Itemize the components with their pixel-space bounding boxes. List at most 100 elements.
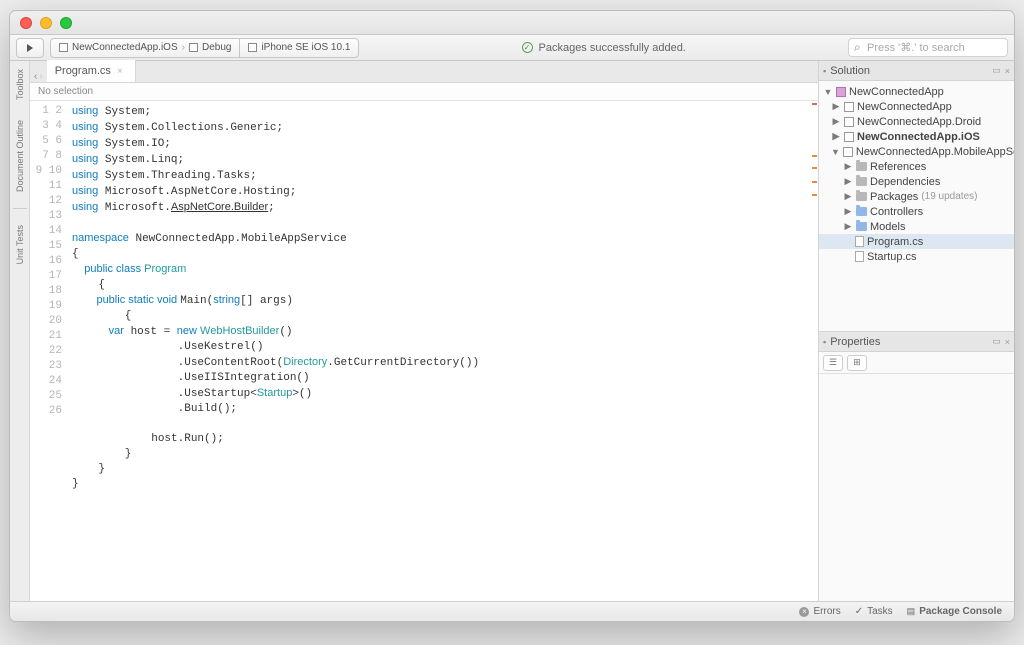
file-node[interactable]: Program.cs bbox=[819, 234, 1014, 249]
disclosure-triangle-icon[interactable]: ▶ bbox=[843, 176, 853, 187]
device-selector[interactable]: iPhone SE iOS 10.1 bbox=[239, 38, 359, 58]
code-content[interactable]: using System; using System.Collections.G… bbox=[68, 101, 818, 601]
panel-close-icon[interactable]: × bbox=[1005, 337, 1010, 347]
config-label: Debug bbox=[202, 42, 231, 53]
folder-icon bbox=[856, 222, 867, 231]
toolbox-pad-tab[interactable]: Toolbox bbox=[15, 65, 25, 104]
close-tab-button[interactable]: × bbox=[117, 66, 123, 77]
disclosure-triangle-icon[interactable]: ▼ bbox=[823, 87, 833, 97]
panel-options-icon[interactable]: ▭ bbox=[992, 65, 1001, 76]
console-icon: ▤ bbox=[907, 606, 916, 617]
solution-root-label: NewConnectedApp bbox=[849, 86, 944, 98]
editor-tabstrip: ‹ › Program.cs × bbox=[30, 61, 818, 83]
properties-view-alpha-button[interactable]: ⊞ bbox=[847, 355, 867, 371]
error-icon: × bbox=[799, 607, 809, 617]
device-label: iPhone SE iOS 10.1 bbox=[261, 42, 350, 53]
config-icon bbox=[189, 43, 198, 52]
traffic-lights bbox=[10, 17, 72, 29]
success-icon: ✓ bbox=[522, 42, 533, 53]
folder-label: Models bbox=[870, 221, 905, 233]
disclosure-triangle-icon[interactable]: ▶ bbox=[843, 161, 853, 172]
folder-node[interactable]: ▶ References bbox=[819, 159, 1014, 174]
folder-label: References bbox=[870, 161, 926, 173]
search-input[interactable]: Press '⌘.' to search bbox=[848, 38, 1008, 57]
folder-icon bbox=[856, 192, 867, 201]
project-label: NewConnectedApp bbox=[857, 101, 952, 113]
zoom-window-button[interactable] bbox=[60, 17, 72, 29]
disclosure-triangle-icon[interactable]: ▶ bbox=[831, 101, 841, 112]
panel-options-icon[interactable]: ▭ bbox=[992, 336, 1001, 347]
file-node[interactable]: Startup.cs bbox=[819, 249, 1014, 264]
project-icon bbox=[844, 132, 854, 142]
folder-node[interactable]: ▶ Controllers bbox=[819, 204, 1014, 219]
folder-node[interactable]: ▶ Dependencies bbox=[819, 174, 1014, 189]
solution-panel-header[interactable]: ▪ Solution ▭ × bbox=[819, 61, 1014, 81]
line-gutter: 1 2 3 4 5 6 7 8 9 10 11 12 13 14 15 16 1… bbox=[30, 101, 68, 601]
file-tab-label: Program.cs bbox=[55, 65, 111, 77]
folder-icon bbox=[856, 162, 867, 171]
disclosure-triangle-icon[interactable]: ▶ bbox=[843, 206, 853, 217]
folder-node[interactable]: ▶ Models bbox=[819, 219, 1014, 234]
device-icon bbox=[248, 43, 257, 52]
solution-title: Solution bbox=[830, 65, 870, 77]
statusbar: ×Errors ✓Tasks ▤Package Console bbox=[10, 601, 1014, 621]
run-button[interactable] bbox=[16, 38, 44, 58]
search-placeholder: Press '⌘.' to search bbox=[867, 41, 965, 54]
body: Toolbox Document Outline Unit Tests ‹ › … bbox=[10, 61, 1014, 601]
project-node[interactable]: ▶ NewConnectedApp.iOS bbox=[819, 129, 1014, 144]
solution-icon bbox=[836, 87, 846, 97]
chevron-right-icon: › bbox=[182, 42, 185, 53]
project-icon bbox=[844, 117, 854, 127]
run-config-group: NewConnectedApp.iOS › Debug iPhone SE iO… bbox=[50, 38, 359, 58]
editor-column: ‹ › Program.cs × No selection 1 2 3 4 5 … bbox=[30, 61, 818, 601]
project-label: NewConnectedApp.iOS bbox=[72, 42, 178, 53]
check-icon: ✓ bbox=[855, 606, 863, 617]
disclosure-triangle-icon[interactable]: ▶ bbox=[831, 131, 841, 142]
project-label: NewConnectedApp.MobileAppService bbox=[856, 146, 1014, 158]
project-node[interactable]: ▼ NewConnectedApp.MobileAppService bbox=[819, 144, 1014, 159]
main-toolbar: NewConnectedApp.iOS › Debug iPhone SE iO… bbox=[10, 35, 1014, 61]
folder-note: (19 updates) bbox=[921, 191, 977, 202]
status-area: ✓ Packages successfully added. bbox=[365, 42, 842, 54]
left-pad-strip: Toolbox Document Outline Unit Tests bbox=[10, 61, 30, 601]
divider bbox=[13, 208, 27, 209]
ide-window: NewConnectedApp.iOS › Debug iPhone SE iO… bbox=[9, 10, 1015, 622]
solution-root[interactable]: ▼ NewConnectedApp bbox=[819, 84, 1014, 99]
nav-forward-button[interactable]: › bbox=[39, 71, 42, 82]
project-icon bbox=[843, 147, 853, 157]
project-icon bbox=[59, 43, 68, 52]
code-editor[interactable]: 1 2 3 4 5 6 7 8 9 10 11 12 13 14 15 16 1… bbox=[30, 101, 818, 601]
file-label: Startup.cs bbox=[867, 251, 917, 263]
disclosure-triangle-icon[interactable]: ▶ bbox=[831, 116, 841, 127]
folder-icon bbox=[856, 207, 867, 216]
nav-back-button[interactable]: ‹ bbox=[34, 71, 37, 82]
editor-breadcrumb[interactable]: No selection bbox=[30, 83, 818, 101]
document-outline-pad-tab[interactable]: Document Outline bbox=[15, 116, 25, 196]
folder-label: Dependencies bbox=[870, 176, 940, 188]
panel-collapse-icon[interactable]: ▪ bbox=[823, 337, 826, 347]
errors-pad-button[interactable]: ×Errors bbox=[799, 606, 840, 617]
package-console-pad-button[interactable]: ▤Package Console bbox=[907, 606, 1002, 617]
disclosure-triangle-icon[interactable]: ▶ bbox=[843, 191, 853, 202]
properties-panel-header[interactable]: ▪ Properties ▭ × bbox=[819, 332, 1014, 352]
disclosure-triangle-icon[interactable]: ▶ bbox=[843, 221, 853, 232]
properties-view-category-button[interactable]: ☰ bbox=[823, 355, 843, 371]
unit-tests-pad-tab[interactable]: Unit Tests bbox=[15, 221, 25, 268]
minimize-window-button[interactable] bbox=[40, 17, 52, 29]
panel-close-icon[interactable]: × bbox=[1005, 66, 1010, 76]
folder-node[interactable]: ▶ Packages (19 updates) bbox=[819, 189, 1014, 204]
disclosure-triangle-icon[interactable]: ▼ bbox=[831, 147, 840, 157]
panel-collapse-icon[interactable]: ▪ bbox=[823, 66, 826, 76]
titlebar[interactable] bbox=[10, 11, 1014, 35]
file-tab[interactable]: Program.cs × bbox=[47, 60, 136, 82]
folder-label: Controllers bbox=[870, 206, 923, 218]
folder-label: Packages bbox=[870, 191, 918, 203]
solution-panel: ▪ Solution ▭ × ▼ NewConnectedApp ▶ NewCo… bbox=[819, 61, 1014, 331]
project-node[interactable]: ▶ NewConnectedApp bbox=[819, 99, 1014, 114]
file-label: Program.cs bbox=[867, 236, 923, 248]
project-label: NewConnectedApp.iOS bbox=[857, 131, 980, 143]
close-window-button[interactable] bbox=[20, 17, 32, 29]
tasks-pad-button[interactable]: ✓Tasks bbox=[855, 606, 893, 617]
project-node[interactable]: ▶ NewConnectedApp.Droid bbox=[819, 114, 1014, 129]
project-selector[interactable]: NewConnectedApp.iOS › Debug bbox=[50, 38, 239, 58]
